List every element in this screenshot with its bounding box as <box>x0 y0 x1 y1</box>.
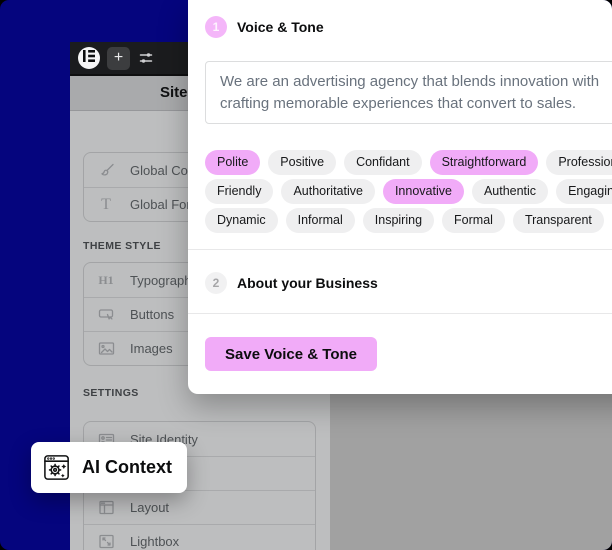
sidebar-item-label: Lightbox <box>130 534 179 549</box>
save-voice-tone-button[interactable]: Save Voice & Tone <box>205 337 377 371</box>
tone-tag-row: Dynamic Informal Inspiring Formal Transparen… <box>205 208 612 233</box>
app-window: + Site Settings DESIGN SYSTEM Global Col… <box>0 0 612 550</box>
textarea-line-1: We are an advertising agency that blends… <box>220 71 612 93</box>
tone-tag-straightforward[interactable]: Straightforward <box>430 150 539 175</box>
tone-tag-confidant[interactable]: Confidant <box>344 150 422 175</box>
button-cursor-icon <box>96 305 116 325</box>
tone-tag-engaging[interactable]: Engaging <box>556 179 612 204</box>
tone-tag-row: Friendly Authoritative Innovative Authentic… <box>205 179 612 204</box>
sidebar-item-layout[interactable]: Layout <box>84 490 315 524</box>
voice-tone-textarea[interactable]: We are an advertising agency that blends… <box>205 61 612 124</box>
sidebar-item-label: Images <box>130 341 173 356</box>
tone-tag-authentic[interactable]: Authentic <box>472 179 548 204</box>
divider <box>188 249 612 250</box>
section-label-theme-style: THEME STYLE <box>83 240 161 252</box>
h1-icon: H1 <box>96 270 116 290</box>
tone-tag-informal[interactable]: Informal <box>286 208 355 233</box>
tone-tag-polite[interactable]: Polite <box>205 150 260 175</box>
ai-voice-tone-modal: 1 Voice & Tone We are an advertising age… <box>188 0 612 394</box>
ai-context-callout[interactable]: AI Context <box>31 442 187 493</box>
ai-context-gear-window-icon <box>42 452 73 483</box>
tone-tags: Polite Positive Confidant Straightforward Pr… <box>205 150 612 237</box>
tone-tag-professional[interactable]: Professional <box>546 150 612 175</box>
ai-context-label: AI Context <box>82 457 172 478</box>
sidebar-item-label: Buttons <box>130 307 174 322</box>
sidebar-item-label: Layout <box>130 500 169 515</box>
step-1-title: Voice & Tone <box>237 19 324 35</box>
step-2-badge: 2 <box>205 272 227 294</box>
tone-tag-row: Polite Positive Confidant Straightforward Pr… <box>205 150 612 175</box>
font-T-icon: T <box>96 195 116 215</box>
divider <box>188 313 612 314</box>
tone-tag-inspiring[interactable]: Inspiring <box>363 208 434 233</box>
tone-tag-formal[interactable]: Formal <box>442 208 505 233</box>
section-label-settings: SETTINGS <box>83 387 139 399</box>
elementor-menu-button[interactable] <box>78 47 100 69</box>
layout-icon <box>96 498 116 518</box>
tone-tag-friendly[interactable]: Friendly <box>205 179 273 204</box>
tone-tag-innovative[interactable]: Innovative <box>383 179 464 204</box>
step-1-badge: 1 <box>205 16 227 38</box>
tone-tag-dynamic[interactable]: Dynamic <box>205 208 278 233</box>
elementor-logo-icon <box>83 49 95 67</box>
lightbox-expand-icon <box>96 532 116 550</box>
step-voice-and-tone[interactable]: 1 Voice & Tone <box>205 16 324 38</box>
step-about-business[interactable]: 2 About your Business <box>205 272 378 294</box>
image-icon <box>96 339 116 359</box>
step-2-title: About your Business <box>237 275 378 291</box>
tone-tag-positive[interactable]: Positive <box>268 150 336 175</box>
tone-tag-authoritative[interactable]: Authoritative <box>281 179 374 204</box>
sidebar-item-lightbox[interactable]: Lightbox <box>84 524 315 550</box>
settings-sliders-icon[interactable] <box>137 49 155 67</box>
tone-tag-transparent[interactable]: Transparent <box>513 208 604 233</box>
add-element-button[interactable]: + <box>107 47 130 70</box>
textarea-line-2: crafting memorable experiences that conv… <box>220 93 612 115</box>
brush-icon <box>96 160 116 180</box>
